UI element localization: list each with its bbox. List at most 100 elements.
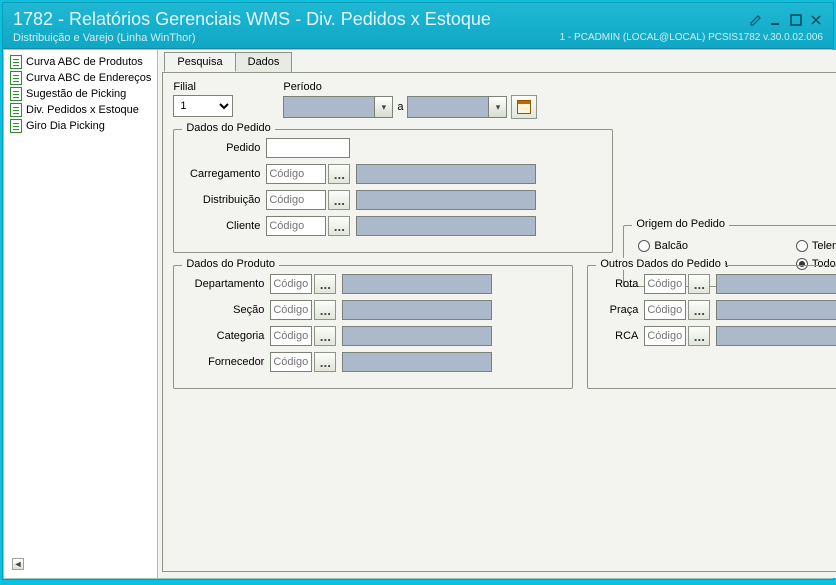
- cliente-label: Cliente: [184, 220, 260, 232]
- praca-code[interactable]: [644, 300, 686, 320]
- carregamento-label: Carregamento: [184, 168, 260, 180]
- chevron-down-icon[interactable]: ▾: [488, 97, 506, 117]
- main-panel: Pesquisa Dados Filial 1 Período: [158, 50, 836, 578]
- departamento-code[interactable]: [270, 274, 312, 294]
- categoria-browse[interactable]: ...: [314, 326, 336, 346]
- distribuicao-code[interactable]: [266, 190, 326, 210]
- document-icon: [10, 103, 22, 117]
- sidebar-item-curva-abc-produtos[interactable]: Curva ABC de Produtos: [6, 54, 155, 70]
- departamento-browse[interactable]: ...: [314, 274, 336, 294]
- categoria-code[interactable]: [270, 326, 312, 346]
- bottom-groups: Dados do Produto Departamento ... Seção …: [173, 263, 836, 389]
- window-subtitle: Distribuição e Varejo (Linha WinThor): [13, 32, 196, 44]
- calendar-button[interactable]: [511, 95, 537, 119]
- carregamento-browse[interactable]: ...: [328, 164, 350, 184]
- document-icon: [10, 87, 22, 101]
- tab-pesquisa[interactable]: Pesquisa: [164, 52, 235, 72]
- secao-display: [342, 300, 492, 320]
- radio-telemarketing[interactable]: Telemarketing: [796, 240, 836, 252]
- calendar-icon: [517, 100, 531, 114]
- tab-dados[interactable]: Dados: [235, 52, 293, 72]
- periodo-to[interactable]: ▾: [407, 96, 507, 118]
- close-icon[interactable]: [809, 13, 823, 27]
- sidebar-item-label: Giro Dia Picking: [26, 120, 105, 132]
- group-title: Origem do Pedido: [632, 218, 729, 230]
- secao-code[interactable]: [270, 300, 312, 320]
- categoria-display: [342, 326, 492, 346]
- filial-select[interactable]: 1: [173, 95, 233, 117]
- edit-icon[interactable]: [749, 13, 763, 27]
- group-dados-pedido: Dados do Pedido Pedido Carregamento ... …: [173, 129, 613, 253]
- minimize-icon[interactable]: [769, 13, 783, 27]
- radio-label: Balcão: [654, 240, 688, 252]
- distribuicao-browse[interactable]: ...: [328, 190, 350, 210]
- content-area: Curva ABC de Produtos Curva ABC de Ender…: [3, 49, 833, 579]
- sidebar-scroll-left[interactable]: ◄: [12, 558, 24, 570]
- group-dados-produto: Dados do Produto Departamento ... Seção …: [173, 265, 573, 389]
- row-secao: Seção ...: [184, 300, 562, 320]
- titlebar: 1782 - Relatórios Gerenciais WMS - Div. …: [3, 3, 833, 49]
- row-categoria: Categoria ...: [184, 326, 562, 346]
- rca-label: RCA: [598, 330, 638, 342]
- praca-display: [716, 300, 836, 320]
- tab-body-pesquisa: Filial 1 Período ▾ a ▾: [162, 72, 836, 572]
- sidebar-item-label: Sugestão de Picking: [26, 88, 126, 100]
- tabstrip: Pesquisa Dados: [158, 50, 836, 72]
- titlebar-main: 1782 - Relatórios Gerenciais WMS - Div. …: [13, 9, 823, 30]
- carregamento-code[interactable]: [266, 164, 326, 184]
- document-icon: [10, 55, 22, 69]
- praca-browse[interactable]: ...: [688, 300, 710, 320]
- fornecedor-browse[interactable]: ...: [314, 352, 336, 372]
- sidebar-item-div-pedidos-estoque[interactable]: Div. Pedidos x Estoque: [6, 102, 155, 118]
- fornecedor-display: [342, 352, 492, 372]
- departamento-label: Departamento: [184, 278, 264, 290]
- row-departamento: Departamento ...: [184, 274, 562, 294]
- document-icon: [10, 119, 22, 133]
- sidebar: Curva ABC de Produtos Curva ABC de Ender…: [4, 50, 158, 578]
- row-cliente: Cliente ...: [184, 216, 602, 236]
- row-rca: RCA ...: [598, 326, 836, 346]
- distribuicao-display: [356, 190, 536, 210]
- departamento-display: [342, 274, 492, 294]
- sidebar-item-sugestao-picking[interactable]: Sugestão de Picking: [6, 86, 155, 102]
- group-outros-dados: Outros Dados do Pedido Rota ... Praça ..…: [587, 265, 836, 389]
- cliente-browse[interactable]: ...: [328, 216, 350, 236]
- radio-icon: [638, 240, 650, 252]
- radio-balcao[interactable]: Balcão: [638, 240, 786, 252]
- row-distribuicao: Distribuição ...: [184, 190, 602, 210]
- maximize-icon[interactable]: [789, 13, 803, 27]
- row-pedido: Pedido: [184, 138, 602, 158]
- rca-browse[interactable]: ...: [688, 326, 710, 346]
- periodo-field: Período ▾ a ▾: [283, 81, 537, 119]
- row-carregamento: Carregamento ...: [184, 164, 602, 184]
- carregamento-display: [356, 164, 536, 184]
- row-fornecedor: Fornecedor ...: [184, 352, 562, 372]
- secao-label: Seção: [184, 304, 264, 316]
- window-controls: [749, 13, 823, 27]
- fornecedor-code[interactable]: [270, 352, 312, 372]
- rota-code[interactable]: [644, 274, 686, 294]
- distribuicao-label: Distribuição: [184, 194, 260, 206]
- sidebar-item-curva-abc-enderecos[interactable]: Curva ABC de Endereços: [6, 70, 155, 86]
- rota-display: [716, 274, 836, 294]
- cliente-code[interactable]: [266, 216, 326, 236]
- periodo-from[interactable]: ▾: [283, 96, 393, 118]
- sidebar-item-label: Curva ABC de Produtos: [26, 56, 143, 68]
- chevron-down-icon[interactable]: ▾: [374, 97, 392, 117]
- cliente-display: [356, 216, 536, 236]
- rota-browse[interactable]: ...: [688, 274, 710, 294]
- secao-browse[interactable]: ...: [314, 300, 336, 320]
- rota-label: Rota: [598, 278, 638, 290]
- filial-field: Filial 1: [173, 81, 233, 119]
- sidebar-item-label: Curva ABC de Endereços: [26, 72, 151, 84]
- filial-label: Filial: [173, 81, 233, 93]
- praca-label: Praça: [598, 304, 638, 316]
- group-title: Outros Dados do Pedido: [596, 258, 724, 270]
- window-status: 1 - PCADMIN (LOCAL@LOCAL) PCSIS1782 v.30…: [560, 32, 823, 44]
- radio-label: Telemarketing: [812, 240, 836, 252]
- rca-code[interactable]: [644, 326, 686, 346]
- pedido-input[interactable]: [266, 138, 350, 158]
- document-icon: [10, 71, 22, 85]
- sidebar-item-giro-dia-picking[interactable]: Giro Dia Picking: [6, 118, 155, 134]
- categoria-label: Categoria: [184, 330, 264, 342]
